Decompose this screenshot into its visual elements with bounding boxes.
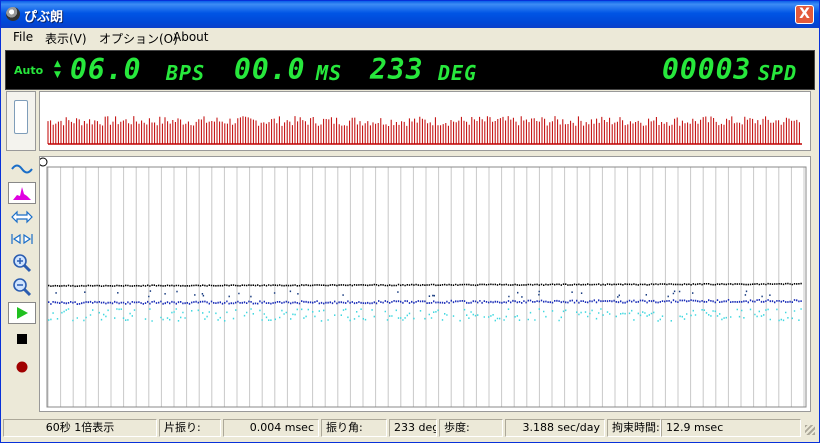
app-icon	[6, 7, 20, 21]
trace-plot	[38, 156, 811, 412]
spd-value: 00003	[662, 53, 752, 86]
menu-about[interactable]: About	[173, 30, 208, 44]
window-title: ぴぶ朗	[24, 10, 64, 25]
expand-h-icon[interactable]	[8, 206, 36, 228]
origin-marker-icon	[38, 157, 48, 167]
status-lock-value: 12.9 msec	[661, 419, 801, 437]
wave-icon[interactable]	[8, 158, 36, 180]
side-toolbar	[6, 156, 36, 386]
close-button[interactable]: X	[795, 5, 814, 24]
zoom-out-icon[interactable]	[8, 276, 36, 298]
status-rate-value: 3.188 sec/day	[505, 419, 605, 437]
status-amp-value: 0.004 msec	[223, 419, 319, 437]
auto-mode-label[interactable]: Auto	[14, 64, 43, 77]
led-display: Auto ▲ ▼ 06.0 BPS 00.0 MS 233 DEG 00003 S…	[5, 50, 815, 90]
waveform-strip-svg	[47, 116, 802, 145]
status-bar: 60秒 1倍表示 片振り: 0.004 msec 振り角: 233 deg 歩度…	[1, 417, 819, 439]
menu-view[interactable]: 表示(V)	[45, 30, 87, 47]
deg-unit: DEG	[438, 61, 478, 85]
record-icon[interactable]	[8, 356, 36, 378]
menu-file[interactable]: File	[13, 30, 33, 44]
status-rate-label: 歩度:	[439, 419, 503, 437]
status-lock-label: 拘束時間:	[607, 419, 661, 437]
slider-thumb[interactable]	[14, 100, 28, 134]
histogram-icon[interactable]	[8, 182, 36, 204]
shrink-h-icon[interactable]	[8, 228, 36, 250]
spd-unit: SPD	[758, 61, 798, 85]
up-down-icon[interactable]: ▲ ▼	[54, 59, 61, 81]
bps-unit: BPS	[166, 61, 206, 85]
menu-bar: File 表示(V) オプション(O) About	[1, 28, 819, 48]
status-amp-label: 片振り:	[159, 419, 221, 437]
play-icon[interactable]	[8, 302, 36, 324]
app-window: ぴぶ朗 X File 表示(V) オプション(O) About Auto ▲ ▼ …	[0, 0, 820, 443]
title-bar[interactable]: ぴぶ朗 X	[1, 1, 819, 28]
status-angle-label: 振り角:	[321, 419, 387, 437]
menu-options[interactable]: オプション(O)	[99, 30, 178, 47]
resize-grip-icon[interactable]	[805, 425, 815, 435]
ms-value: 00.0	[234, 53, 306, 86]
trace-plot-svg	[38, 157, 807, 408]
strip-spikes	[47, 116, 800, 144]
zoom-in-icon[interactable]	[8, 252, 36, 274]
ms-unit: MS	[316, 61, 343, 85]
stop-icon[interactable]	[8, 328, 36, 350]
status-angle-value: 233 deg	[389, 419, 437, 437]
gain-slider[interactable]	[6, 91, 36, 151]
bps-value: 06.0	[70, 53, 142, 86]
waveform-strip	[39, 91, 811, 151]
deg-value: 233	[370, 53, 424, 86]
status-view: 60秒 1倍表示	[3, 419, 157, 437]
